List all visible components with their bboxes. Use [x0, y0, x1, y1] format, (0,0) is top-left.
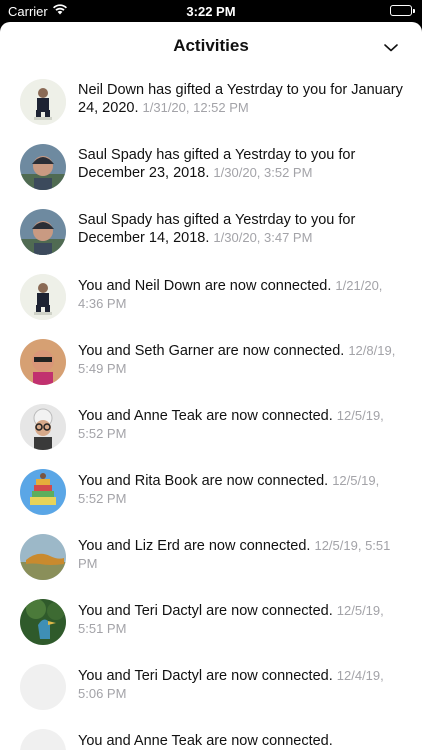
- lizard-avatar: [20, 534, 66, 580]
- activity-text: You and Teri Dactyl are now connected. 1…: [78, 667, 404, 703]
- man-with-beanie-avatar: [20, 144, 66, 190]
- placeholder-avatar: [20, 664, 66, 710]
- activity-item[interactable]: You and Anne Teak are now connected. 12/…: [0, 395, 422, 460]
- activity-item[interactable]: You and Teri Dactyl are now connected. 1…: [0, 655, 422, 720]
- status-bar: Carrier 3:22 PM: [0, 0, 422, 22]
- activity-message: You and Anne Teak are now connected.: [78, 408, 333, 424]
- page-title: Activities: [173, 36, 249, 55]
- activity-message: You and Teri Dactyl are now connected.: [78, 603, 333, 619]
- activity-text: You and Neil Down are now connected. 1/2…: [78, 277, 404, 313]
- bird-avatar: [20, 599, 66, 645]
- activity-message: You and Anne Teak are now connected.: [78, 733, 333, 749]
- battery-icon: [390, 5, 415, 16]
- man-with-sunglasses-avatar: [20, 339, 66, 385]
- activity-text: You and Teri Dactyl are now connected. 1…: [78, 602, 404, 638]
- activity-item[interactable]: Saul Spady has gifted a Yestrday to you …: [0, 135, 422, 200]
- activity-text: Saul Spady has gifted a Yestrday to you …: [78, 147, 404, 182]
- woman-with-glasses-avatar: [20, 404, 66, 450]
- chevron-down-icon[interactable]: [384, 39, 398, 57]
- activity-list: Neil Down has gifted a Yestrday to you f…: [0, 70, 422, 750]
- man-in-suit-avatar: [20, 274, 66, 320]
- activity-timestamp: 1/31/20, 12:52 PM: [142, 100, 249, 115]
- activities-sheet: Activities Neil Down has gifted a Yestrd…: [0, 22, 422, 750]
- activity-timestamp: 1/30/20, 3:52 PM: [213, 165, 313, 180]
- activity-message: You and Teri Dactyl are now connected.: [78, 668, 333, 684]
- activity-name: Saul Spady: [78, 147, 153, 163]
- activity-timestamp: 1/30/20, 3:47 PM: [213, 230, 313, 245]
- activity-message: You and Liz Erd are now connected.: [78, 538, 311, 554]
- activity-item[interactable]: Neil Down has gifted a Yestrday to you f…: [0, 70, 422, 135]
- activity-item[interactable]: You and Teri Dactyl are now connected. 1…: [0, 590, 422, 655]
- activity-text: You and Anne Teak are now connected. 12/…: [78, 407, 404, 443]
- clock: 3:22 PM: [186, 4, 236, 19]
- activity-text: You and Rita Book are now connected. 12/…: [78, 472, 404, 508]
- man-in-suit-avatar: [20, 79, 66, 125]
- activity-text: Neil Down has gifted a Yestrday to you f…: [78, 82, 404, 117]
- stacked-figure-avatar: [20, 469, 66, 515]
- activity-item[interactable]: You and Neil Down are now connected. 1/2…: [0, 265, 422, 330]
- activity-item[interactable]: You and Anne Teak are now connected.: [0, 720, 422, 750]
- activity-name: Neil Down: [78, 82, 145, 98]
- activity-item[interactable]: You and Rita Book are now connected. 12/…: [0, 460, 422, 525]
- activity-text: You and Seth Garner are now connected. 1…: [78, 342, 404, 378]
- activity-text: You and Anne Teak are now connected.: [78, 732, 404, 750]
- activity-text: Saul Spady has gifted a Yestrday to you …: [78, 212, 404, 247]
- activity-message: You and Rita Book are now connected.: [78, 473, 329, 489]
- activity-text: You and Liz Erd are now connected. 12/5/…: [78, 537, 404, 573]
- man-with-beanie-avatar: [20, 209, 66, 255]
- sheet-header: Activities: [0, 22, 422, 70]
- activity-item[interactable]: You and Seth Garner are now connected. 1…: [0, 330, 422, 395]
- activity-item[interactable]: Saul Spady has gifted a Yestrday to you …: [0, 200, 422, 265]
- activity-name: Saul Spady: [78, 212, 153, 228]
- activity-message: You and Neil Down are now connected.: [78, 278, 332, 294]
- activity-item[interactable]: You and Liz Erd are now connected. 12/5/…: [0, 525, 422, 590]
- activity-message: You and Seth Garner are now connected.: [78, 343, 345, 359]
- placeholder-avatar: [20, 729, 66, 750]
